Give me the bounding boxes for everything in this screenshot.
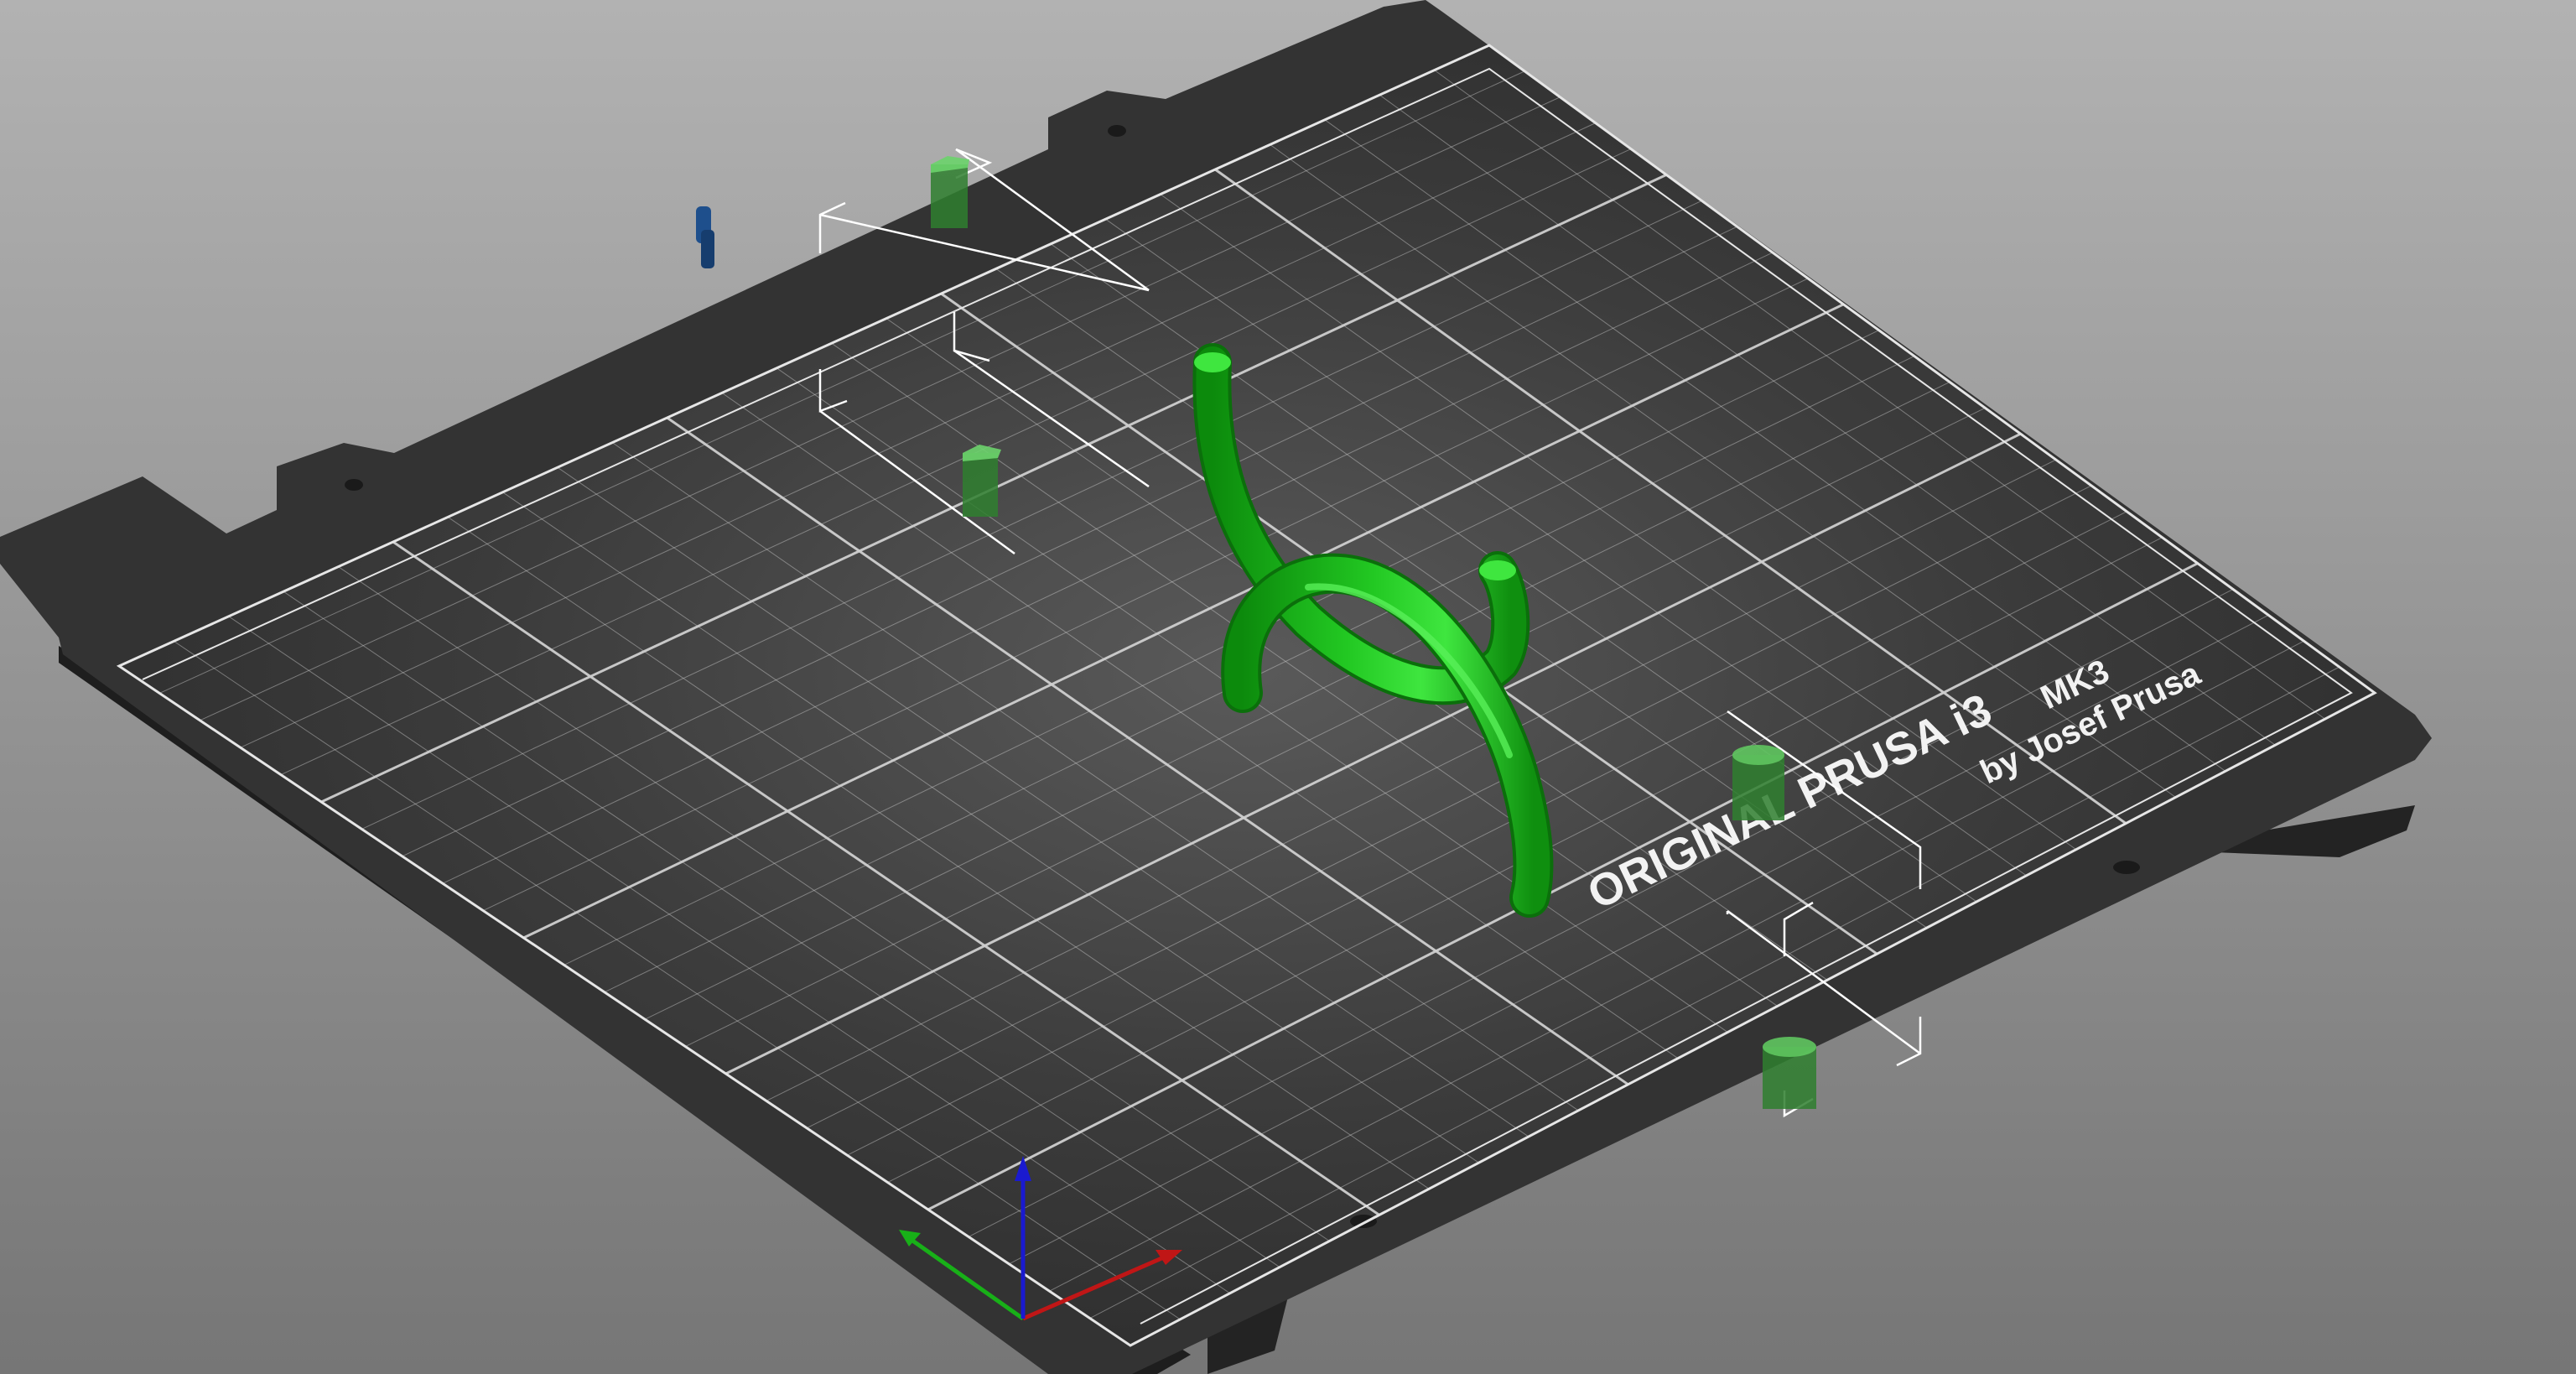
3d-viewport[interactable]: ORIGINAL PRUSA i3 MK3 by Josef Prusa [0,0,2576,1374]
model-tube-cap [1479,560,1516,580]
tab-hole [345,479,363,491]
tab-hole [1350,1215,1377,1228]
tab-hole [2113,861,2140,874]
model-tube-cap [1194,352,1231,372]
tab-hole [1108,125,1126,137]
scale-handle[interactable] [931,156,969,228]
scale-handle[interactable] [963,445,1001,517]
scale-handle[interactable] [1732,745,1784,820]
scene-canvas[interactable]: ORIGINAL PRUSA i3 MK3 by Josef Prusa [0,0,2576,1374]
scale-handle[interactable] [1763,1037,1816,1109]
